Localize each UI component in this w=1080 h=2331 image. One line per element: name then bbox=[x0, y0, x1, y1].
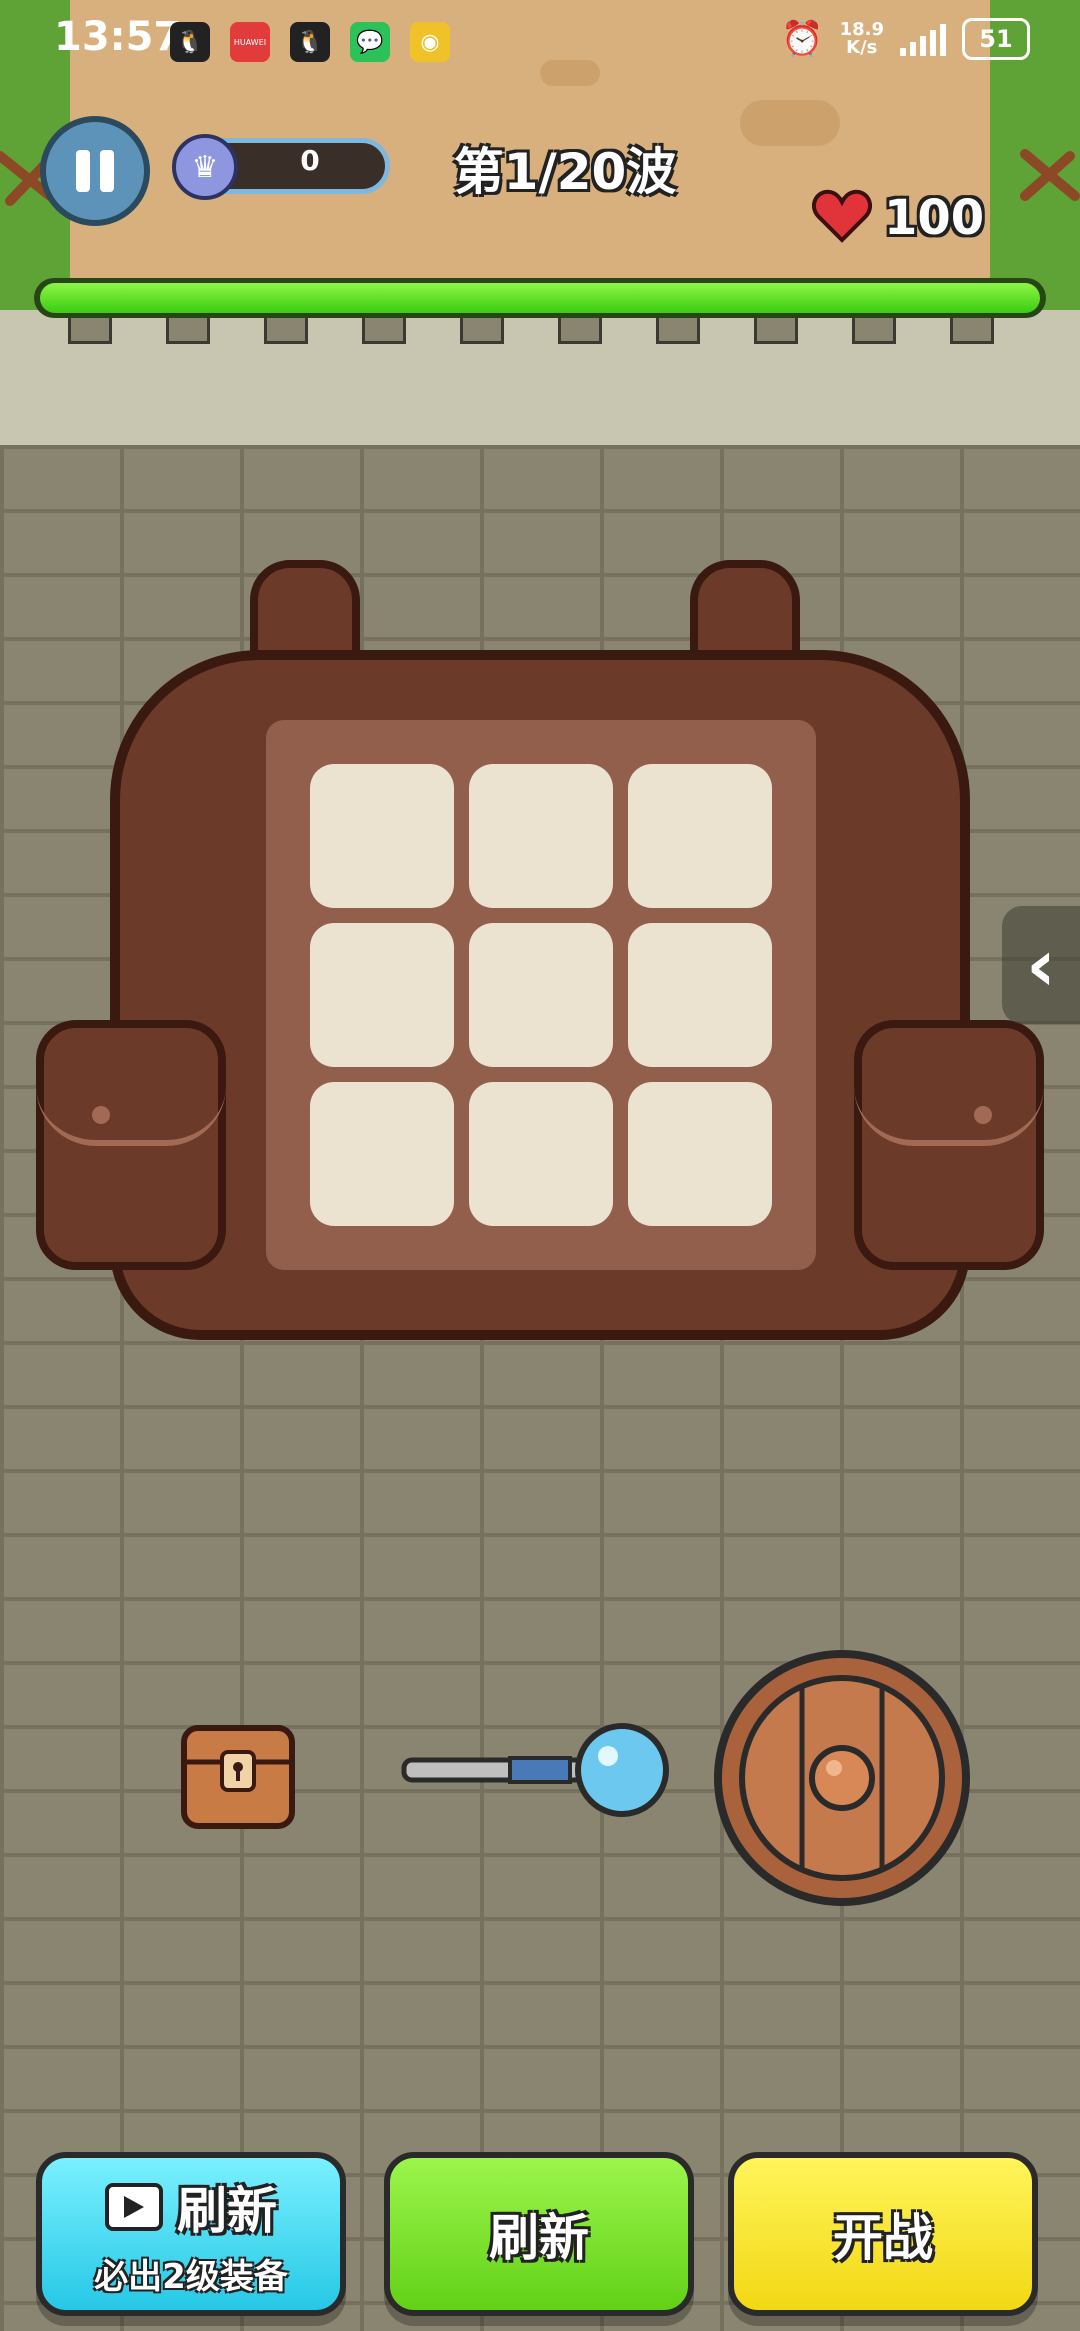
pause-icon bbox=[100, 150, 114, 192]
net-speed: 18.9 K/s bbox=[840, 21, 884, 57]
wall-crenel bbox=[656, 318, 700, 344]
gem-count: 0 bbox=[300, 144, 320, 177]
backpack-slot[interactable] bbox=[310, 1082, 454, 1226]
side-panel-toggle[interactable]: ‹ bbox=[1002, 906, 1080, 1024]
wall-crenel bbox=[852, 318, 896, 344]
backpack-slot[interactable] bbox=[628, 1082, 772, 1226]
video-play-icon bbox=[105, 2182, 163, 2231]
start-battle-button[interactable]: 开战 bbox=[728, 2152, 1038, 2316]
ad-refresh-button[interactable]: 刷新 必出2级装备 bbox=[36, 2152, 346, 2316]
backpack-slot[interactable] bbox=[469, 1082, 613, 1226]
backpack-slot[interactable] bbox=[469, 923, 613, 1067]
backpack-pocket-right bbox=[854, 1020, 1044, 1270]
backpack-slot[interactable] bbox=[628, 764, 772, 908]
wall-crenel bbox=[264, 318, 308, 344]
pocket-button bbox=[92, 1106, 110, 1124]
signal-icon bbox=[900, 22, 946, 56]
notification-icons: 🐧 HUAWEI 🐧 💬 ◉ bbox=[170, 22, 450, 62]
refresh-label: 刷新 bbox=[489, 2209, 589, 2267]
battery-level: 51 bbox=[979, 25, 1013, 53]
pause-icon bbox=[76, 150, 90, 192]
wooden-shield-item[interactable] bbox=[712, 1648, 972, 1908]
battery-icon: 51 bbox=[962, 18, 1030, 60]
ad-refresh-subtitle: 必出2级装备 bbox=[94, 2256, 288, 2297]
pocket-flap bbox=[36, 1020, 226, 1146]
wall-crenel bbox=[460, 318, 504, 344]
wave-progress-fill bbox=[40, 283, 1040, 313]
wall-crenel bbox=[558, 318, 602, 344]
magic-staff-item[interactable] bbox=[400, 1720, 680, 1820]
alarm-icon: ⏰ bbox=[781, 19, 824, 59]
ad-refresh-row: 刷新 bbox=[105, 2171, 277, 2243]
heart-icon bbox=[812, 189, 872, 243]
status-right: ⏰ 18.9 K/s 51 bbox=[781, 18, 1030, 60]
pocket-flap bbox=[854, 1020, 1044, 1146]
backpack-slot[interactable] bbox=[310, 923, 454, 1067]
backpack-slot[interactable] bbox=[469, 764, 613, 908]
castle-wall bbox=[0, 310, 1080, 445]
treasure-chest-item[interactable] bbox=[178, 1722, 298, 1832]
qq-icon: 🐧 bbox=[290, 22, 330, 62]
wall-crenel bbox=[362, 318, 406, 344]
pocket-button bbox=[974, 1106, 992, 1124]
status-bar: 13:57 🐧 HUAWEI 🐧 💬 ◉ ⏰ 18.9 K/s 51 bbox=[0, 0, 1080, 84]
wechat-icon: 💬 bbox=[350, 22, 390, 62]
pause-button[interactable] bbox=[40, 116, 150, 226]
net-speed-unit: K/s bbox=[846, 37, 878, 58]
crossed-sticks-icon bbox=[1020, 149, 1080, 201]
chevron-left-icon: ‹ bbox=[1026, 923, 1056, 1007]
dirt-patch bbox=[740, 100, 840, 146]
refresh-button[interactable]: 刷新 bbox=[384, 2152, 694, 2316]
backpack-grid bbox=[266, 720, 816, 1270]
backpack-slot[interactable] bbox=[310, 764, 454, 908]
wall-crenel bbox=[950, 318, 994, 344]
start-battle-label: 开战 bbox=[833, 2209, 933, 2267]
qq-icon: 🐧 bbox=[170, 22, 210, 62]
ad-refresh-label: 刷新 bbox=[177, 2181, 277, 2240]
backpack-slot[interactable] bbox=[628, 923, 772, 1067]
wave-label: 第1/20波 bbox=[453, 143, 677, 201]
weibo-icon: ◉ bbox=[410, 22, 450, 62]
crown-gem-icon: ♛ bbox=[172, 134, 238, 200]
backpack-pocket-left bbox=[36, 1020, 226, 1270]
status-time: 13:57 bbox=[54, 14, 182, 60]
wall-crenel bbox=[68, 318, 112, 344]
huawei-store-icon: HUAWEI bbox=[230, 22, 270, 62]
wall-crenel bbox=[166, 318, 210, 344]
wall-crenel bbox=[754, 318, 798, 344]
health-value: 100 bbox=[884, 190, 985, 246]
backpack bbox=[0, 560, 1080, 1340]
